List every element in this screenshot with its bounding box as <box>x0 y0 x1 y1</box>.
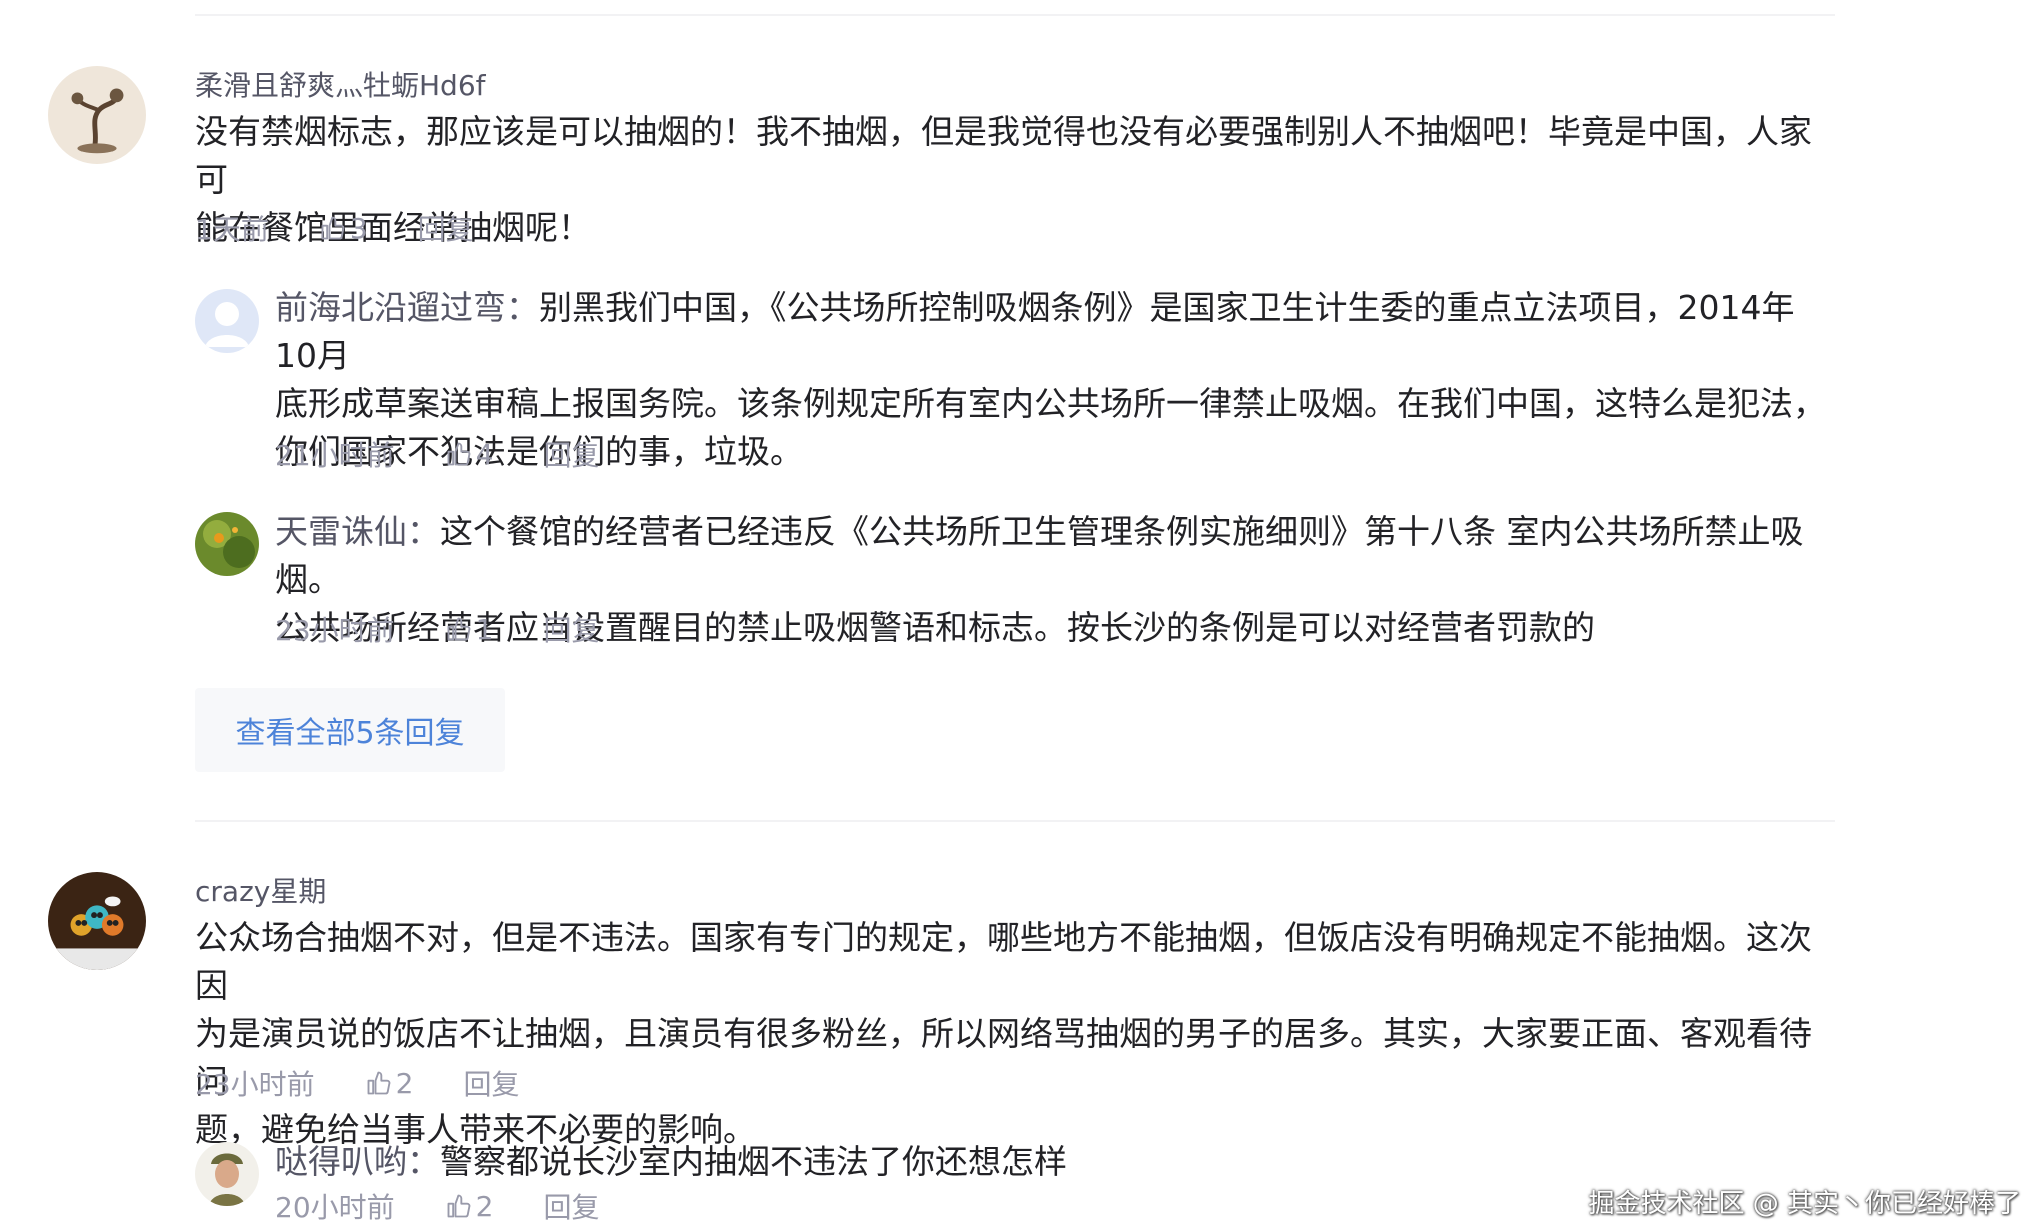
view-all-replies-button[interactable]: 查看全部5条回复 <box>195 688 505 772</box>
reply-text-line: 天雷诛仙：这个餐馆的经营者已经违反《公共场所卫生管理条例实施细则》第十八条 室内… <box>275 512 1804 599</box>
reply-avatar[interactable] <box>195 512 259 576</box>
like-button[interactable]: 2 <box>365 1066 414 1100</box>
like-button[interactable]: 3 <box>319 212 368 245</box>
reply-button[interactable]: 回复 <box>543 609 599 649</box>
reply-text-line: 哒得叭哟：警察都说长沙室内抽烟不违法了你还想怎样 <box>275 1142 1067 1181</box>
reply-author[interactable]: 哒得叭哟： <box>275 1142 440 1181</box>
reply-button[interactable]: 回复 <box>543 434 599 474</box>
thumbs-up-icon <box>447 442 471 466</box>
reply-text-line: 前海北沿遛过弯：别黑我们中国，《公共场所控制吸烟条例》是国家卫生计生委的重点立法… <box>275 288 1795 375</box>
comment-divider <box>195 820 1835 822</box>
like-button[interactable]: 1 <box>445 612 494 646</box>
comment-username[interactable]: crazy星期 <box>195 870 326 910</box>
comment-meta: 23小时前 2 回复 <box>195 1063 519 1103</box>
reply-time: 23小时前 <box>275 614 395 647</box>
reply-button[interactable]: 回复 <box>418 208 474 248</box>
like-button[interactable]: 2 <box>445 1189 494 1223</box>
soldier-avatar-image <box>195 1142 259 1206</box>
reply-button[interactable]: 回复 <box>463 1063 519 1103</box>
comment-time: 23小时前 <box>195 1068 315 1101</box>
reply-text: 哒得叭哟：警察都说长沙室内抽烟不违法了你还想怎样 <box>275 1138 1835 1186</box>
thumbs-up-icon <box>447 617 471 641</box>
reply-author[interactable]: 前海北沿遛过弯： <box>275 288 539 327</box>
watermark-text: 掘金技术社区 @ 其实丶你已经好棒了 <box>1588 1189 2021 1219</box>
reply-text-line: 底形成草案送审稿上报国务院。该条例规定所有室内公共场所一律禁止吸烟。在我们中国，… <box>275 384 1826 423</box>
reply-avatar[interactable] <box>195 1142 259 1206</box>
user-avatar[interactable] <box>48 872 146 970</box>
reply-meta: 20小时前 2 回复 <box>275 1186 599 1226</box>
like-button[interactable]: 4 <box>445 437 494 471</box>
cartoon-avatar-image <box>48 872 146 970</box>
thumbs-up-icon <box>367 1071 391 1095</box>
thumbs-up-icon <box>321 216 345 240</box>
reply-author[interactable]: 天雷诛仙： <box>275 512 440 551</box>
user-avatar[interactable] <box>48 66 146 164</box>
like-count: 2 <box>475 1189 494 1223</box>
like-count: 2 <box>395 1066 414 1100</box>
comment-text-line: 公众场合抽烟不对，但是不违法。国家有专门的规定，哪些地方不能抽烟，但饭店没有明确… <box>195 918 1812 1005</box>
bonsai-avatar-image <box>48 66 146 164</box>
flower-avatar-image <box>195 512 259 576</box>
comment-username[interactable]: 柔滑且舒爽灬牡蛎Hd6f <box>195 64 486 104</box>
comment-time: 1天前 <box>195 213 269 246</box>
reply-button[interactable]: 回复 <box>543 1186 599 1226</box>
top-divider <box>195 14 1835 16</box>
like-count: 3 <box>349 211 368 245</box>
default-avatar-icon <box>195 289 259 353</box>
reply-time: 20小时前 <box>275 1191 395 1224</box>
reply-meta: 23小时前 1 回复 <box>275 609 599 649</box>
thumbs-up-icon <box>447 1194 471 1218</box>
comment-meta: 1天前 3 回复 <box>195 208 474 248</box>
like-count: 4 <box>475 437 494 471</box>
reply-time: 21小时前 <box>275 439 395 472</box>
reply-avatar[interactable] <box>195 289 259 353</box>
reply-meta: 21小时前 4 回复 <box>275 434 599 474</box>
like-count: 1 <box>475 612 494 646</box>
comment-text-line: 没有禁烟标志，那应该是可以抽烟的！我不抽烟，但是我觉得也没有必要强制别人不抽烟吧… <box>195 112 1812 199</box>
comment-text: 公众场合抽烟不对，但是不违法。国家有专门的规定，哪些地方不能抽烟，但饭店没有明确… <box>195 914 1835 1154</box>
